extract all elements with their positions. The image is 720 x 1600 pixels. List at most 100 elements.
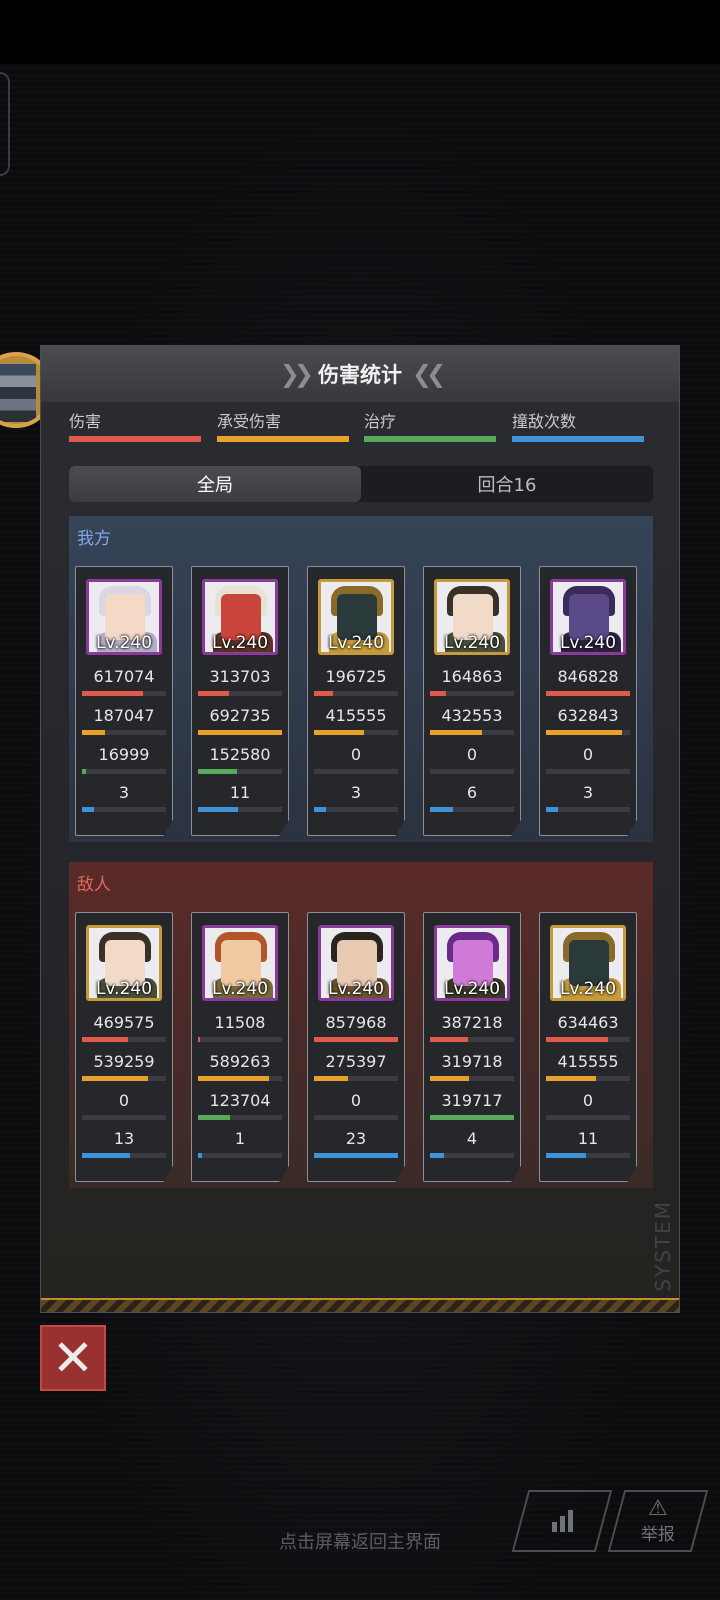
taken-value: 539259: [93, 1052, 155, 1071]
heal-bar: [430, 1115, 514, 1120]
bar-fill: [198, 691, 230, 696]
taken-bar: [314, 1076, 398, 1081]
damage-value: 164863: [441, 667, 503, 686]
bar-fill: [546, 807, 558, 812]
damage-value: 634463: [557, 1013, 619, 1032]
bar-fill: [546, 1076, 597, 1081]
taken-bar: [82, 730, 166, 735]
panel-title: 伤害统计: [318, 363, 402, 387]
damage-bar: [198, 1037, 282, 1042]
bar-fill: [430, 807, 453, 812]
unit-card[interactable]: Lv.240 196725 415555 0 3: [307, 566, 405, 836]
hits-value: 1: [234, 1129, 246, 1148]
taken-value: 632843: [557, 706, 619, 725]
legend-color-bar: [364, 436, 496, 442]
damage-bar: [546, 691, 630, 696]
bar-chart-icon: [551, 1510, 573, 1532]
unit-card[interactable]: Lv.240 387218 319718 319717 4: [423, 912, 521, 1182]
damage-value: 846828: [557, 667, 619, 686]
hits-bar: [82, 807, 166, 812]
bar-fill: [82, 1076, 148, 1081]
unit-level: Lv.240: [95, 633, 153, 653]
hits-bar: [82, 1153, 166, 1158]
damage-value: 313703: [209, 667, 271, 686]
legend-label: 撞敌次数: [512, 412, 577, 431]
heal-bar: [546, 769, 630, 774]
bar-fill: [314, 807, 326, 812]
taken-bar: [198, 730, 282, 735]
hits-value: 11: [577, 1129, 599, 1148]
enemy-cards: Lv.240 469575 539259 0 13 Lv.240 11508 589263 12…: [75, 912, 647, 1182]
bar-fill: [82, 730, 105, 735]
bar-fill: [198, 1153, 203, 1158]
tab-round[interactable]: 回合16: [361, 466, 653, 502]
avatar-sprite: [0, 364, 36, 422]
taken-value: 415555: [557, 1052, 619, 1071]
damage-value: 387218: [441, 1013, 503, 1032]
heal-value: 0: [350, 745, 362, 764]
unit-card[interactable]: Lv.240 11508 589263 123704 1: [191, 912, 289, 1182]
unit-card[interactable]: Lv.240 617074 187047 16999 3: [75, 566, 173, 836]
unit-card[interactable]: Lv.240 634463 415555 0 11: [539, 912, 637, 1182]
bar-fill: [198, 1115, 230, 1120]
bar-fill: [82, 807, 94, 812]
bar-fill: [546, 730, 623, 735]
unit-card[interactable]: Lv.240 846828 632843 0 3: [539, 566, 637, 836]
hits-value: 6: [466, 783, 478, 802]
unit-level: Lv.240: [327, 979, 385, 999]
ally-section: 我方 Lv.240 617074 187047 16999 3 Lv.240 313703 6…: [69, 516, 653, 842]
ally-title: 我方: [77, 529, 111, 549]
hits-value: 23: [345, 1129, 367, 1148]
damage-bar: [82, 691, 166, 696]
unit-card[interactable]: Lv.240 857968 275397 0 23: [307, 912, 405, 1182]
legend: 伤害 承受伤害 治疗 撞敌次数: [69, 408, 653, 444]
close-button[interactable]: ✕: [40, 1325, 106, 1391]
hits-value: 4: [466, 1129, 478, 1148]
enemy-title: 敌人: [77, 875, 111, 895]
bar-fill: [430, 691, 446, 696]
hits-bar: [314, 1153, 398, 1158]
heal-bar: [82, 1115, 166, 1120]
damage-bar: [546, 1037, 630, 1042]
taken-value: 319718: [441, 1052, 503, 1071]
report-button[interactable]: ⚠ 举报: [607, 1490, 709, 1552]
hits-value: 3: [350, 783, 362, 802]
hits-value: 3: [582, 783, 594, 802]
hits-bar: [198, 1153, 282, 1158]
tab-overall[interactable]: 全局: [69, 466, 361, 502]
bar-fill: [198, 1076, 270, 1081]
unit-level: Lv.240: [211, 979, 269, 999]
bar-fill: [546, 691, 630, 696]
damage-stats-panel: ❯❯ 伤害统计 ❮❮ 伤害 承受伤害 治疗 撞敌次数 全局 回合16 我方 Lv.24…: [40, 345, 680, 1313]
bar-fill: [546, 1153, 587, 1158]
chevron-left-icon: ❮❮: [412, 360, 446, 388]
taken-bar: [314, 730, 398, 735]
heal-bar: [430, 769, 514, 774]
legend-item: 治疗: [364, 408, 496, 442]
taken-value: 432553: [441, 706, 503, 725]
panel-footer-stripe: [41, 1298, 679, 1312]
side-tab[interactable]: [0, 72, 10, 176]
taken-bar: [546, 730, 630, 735]
taken-value: 415555: [325, 706, 387, 725]
heal-value: 16999: [98, 745, 150, 764]
heal-value: 0: [118, 1091, 130, 1110]
heal-value: 123704: [209, 1091, 271, 1110]
bar-fill: [82, 1037, 129, 1042]
damage-bar: [314, 691, 398, 696]
hits-bar: [546, 1153, 630, 1158]
heal-bar: [198, 1115, 282, 1120]
taken-value: 275397: [325, 1052, 387, 1071]
heal-bar: [198, 769, 282, 774]
bar-fill: [546, 1037, 609, 1042]
heal-bar: [546, 1115, 630, 1120]
unit-card[interactable]: Lv.240 164863 432553 0 6: [423, 566, 521, 836]
bar-fill: [314, 730, 365, 735]
unit-card[interactable]: Lv.240 313703 692735 152580 11: [191, 566, 289, 836]
legend-label: 伤害: [69, 412, 102, 431]
unit-card[interactable]: Lv.240 469575 539259 0 13: [75, 912, 173, 1182]
warning-icon: ⚠: [648, 1495, 668, 1521]
stats-button[interactable]: [511, 1490, 613, 1552]
heal-value: 0: [582, 745, 594, 764]
hits-bar: [546, 807, 630, 812]
